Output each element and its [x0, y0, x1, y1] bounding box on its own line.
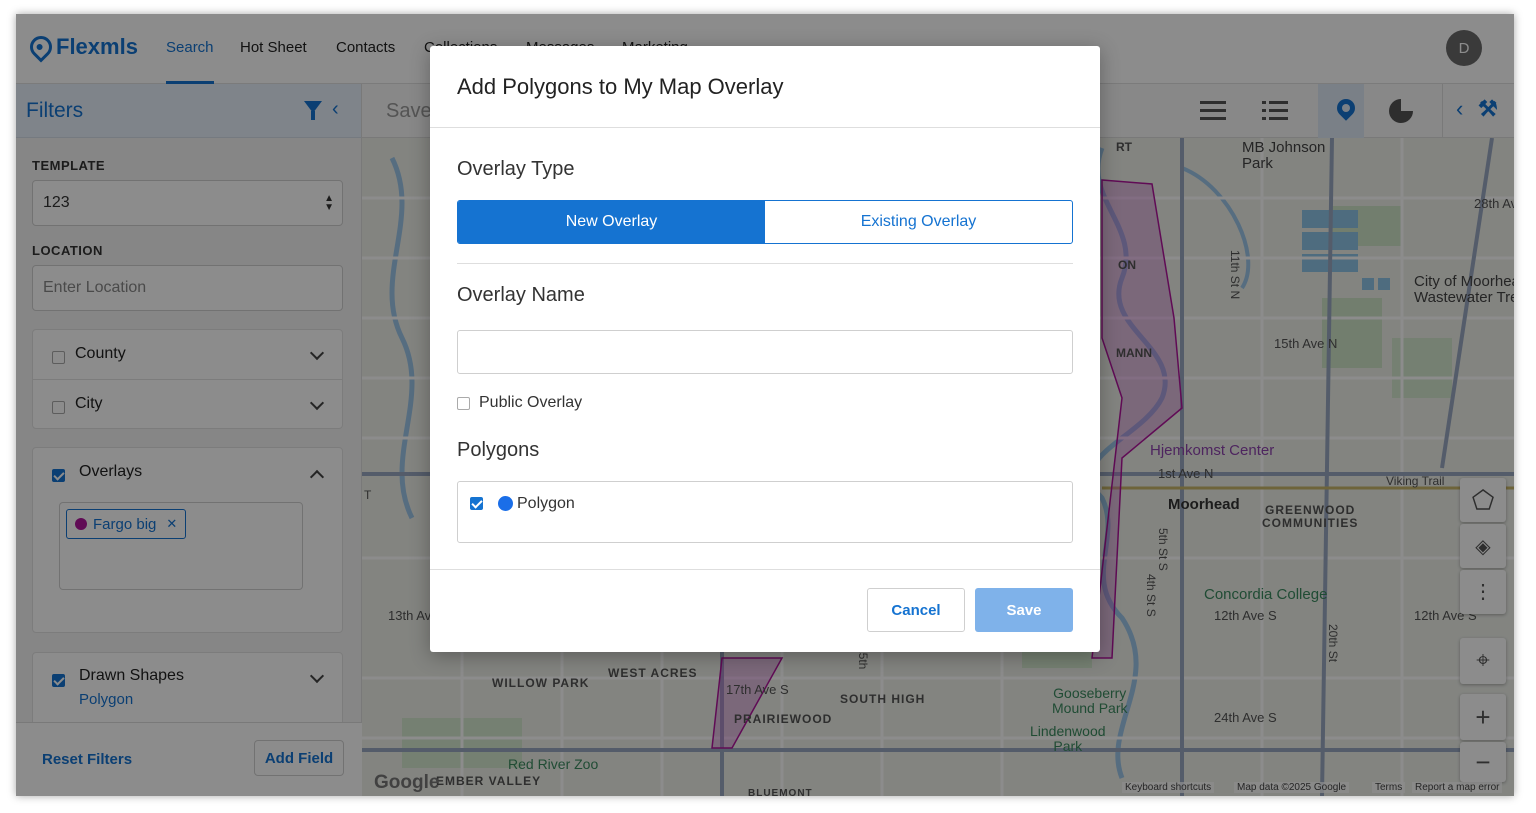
cancel-button[interactable]: Cancel — [867, 588, 965, 632]
public-overlay-label[interactable]: Public Overlay — [479, 394, 582, 412]
app-window: Flexmls Search Hot Sheet Contacts Collec… — [16, 14, 1514, 796]
divider — [457, 263, 1073, 264]
overlay-name-input[interactable] — [457, 330, 1073, 374]
overlay-name-heading: Overlay Name — [457, 284, 585, 306]
public-overlay-checkbox[interactable] — [457, 397, 470, 410]
existing-overlay-option[interactable]: Existing Overlay — [765, 201, 1072, 243]
modal-title: Add Polygons to My Map Overlay — [457, 74, 784, 99]
new-overlay-option[interactable]: New Overlay — [458, 201, 765, 243]
polygon-checkbox[interactable] — [470, 497, 483, 510]
polygon-color-dot — [498, 496, 513, 511]
save-button[interactable]: Save — [975, 588, 1073, 632]
polygons-list: Polygon — [457, 481, 1073, 543]
divider — [430, 127, 1100, 128]
overlay-type-toggle: New Overlay Existing Overlay — [457, 200, 1073, 244]
divider — [430, 569, 1100, 570]
overlay-type-heading: Overlay Type — [457, 158, 575, 180]
polygon-item-label[interactable]: Polygon — [517, 495, 575, 513]
polygons-heading: Polygons — [457, 439, 540, 461]
add-polygons-modal: Add Polygons to My Map Overlay Overlay T… — [430, 46, 1100, 652]
